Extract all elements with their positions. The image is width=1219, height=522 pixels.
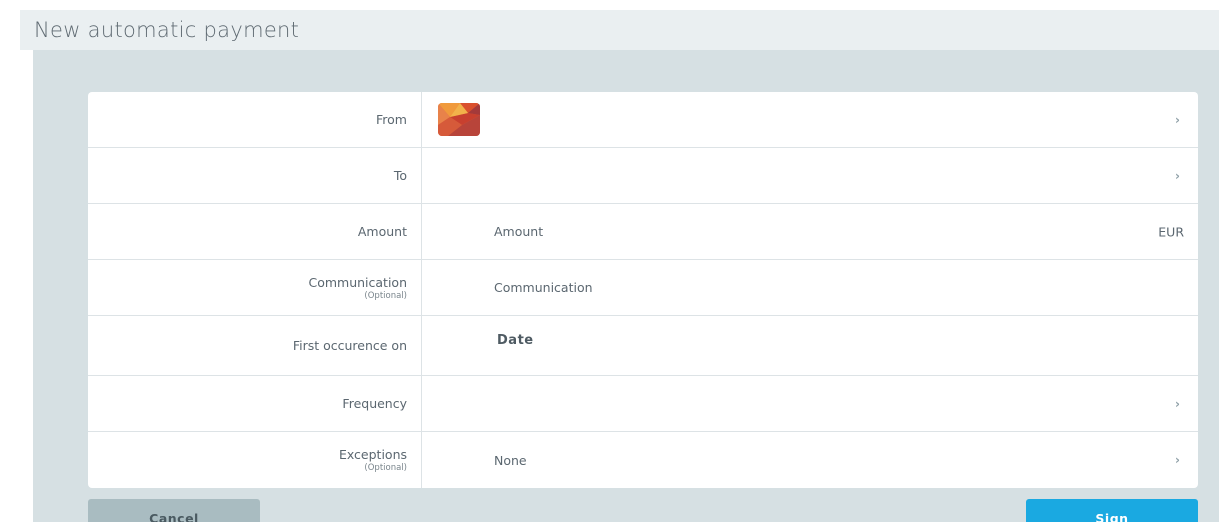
chevron-right-icon: › (1175, 453, 1180, 467)
amount-label-cell: Amount (88, 204, 422, 259)
chevron-right-icon: › (1175, 112, 1180, 127)
to-label: To (393, 168, 407, 183)
frequency-selector[interactable]: › (423, 376, 1198, 431)
to-label-cell: To (88, 148, 422, 203)
exceptions-selector[interactable]: None › (423, 432, 1198, 488)
amount-row: Amount Amount EUR (88, 204, 1198, 260)
from-account-selector[interactable]: › (423, 92, 1198, 147)
cancel-button[interactable]: Cancel (88, 499, 260, 522)
first-occurrence-label: First occurence on (292, 338, 407, 353)
payment-form: From › To › Amount Amount EUR Communicat… (88, 92, 1198, 488)
from-label: From (376, 112, 407, 127)
communication-row: Communication (Optional) Communication (88, 260, 1198, 316)
first-occurrence-label-cell: First occurence on (88, 316, 422, 375)
exceptions-value: None (494, 452, 527, 468)
chevron-right-icon: › (1175, 396, 1180, 411)
frequency-label: Frequency (342, 396, 407, 411)
exceptions-row[interactable]: Exceptions (Optional) None › (88, 432, 1198, 488)
communication-placeholder: Communication (494, 280, 593, 295)
amount-input[interactable]: Amount EUR (423, 204, 1198, 259)
first-occurrence-row: First occurence on Date (88, 316, 1198, 376)
from-label-cell: From (88, 92, 422, 147)
currency-label: EUR (1158, 224, 1184, 239)
first-occurrence-date-picker[interactable]: Date (423, 316, 1198, 375)
chevron-right-icon: › (1175, 168, 1180, 183)
to-beneficiary-selector[interactable]: › (423, 148, 1198, 203)
page-header: New automatic payment (20, 10, 1219, 50)
communication-optional-hint: (Optional) (364, 290, 407, 301)
date-value: Date (497, 333, 534, 348)
communication-input[interactable]: Communication (423, 260, 1198, 315)
amount-placeholder: Amount (494, 224, 544, 239)
account-card-icon (438, 103, 480, 136)
from-row[interactable]: From › (88, 92, 1198, 148)
sign-button[interactable]: Sign (1026, 499, 1198, 522)
amount-label: Amount (357, 224, 407, 239)
exceptions-label: Exceptions (338, 447, 407, 462)
communication-label-cell: Communication (Optional) (88, 260, 422, 315)
page-title: New automatic payment (34, 18, 300, 42)
exceptions-label-cell: Exceptions (Optional) (88, 432, 422, 488)
frequency-row[interactable]: Frequency › (88, 376, 1198, 432)
communication-label: Communication (308, 274, 407, 290)
exceptions-optional-hint: (Optional) (364, 463, 407, 473)
frequency-label-cell: Frequency (88, 376, 422, 431)
to-row[interactable]: To › (88, 148, 1198, 204)
